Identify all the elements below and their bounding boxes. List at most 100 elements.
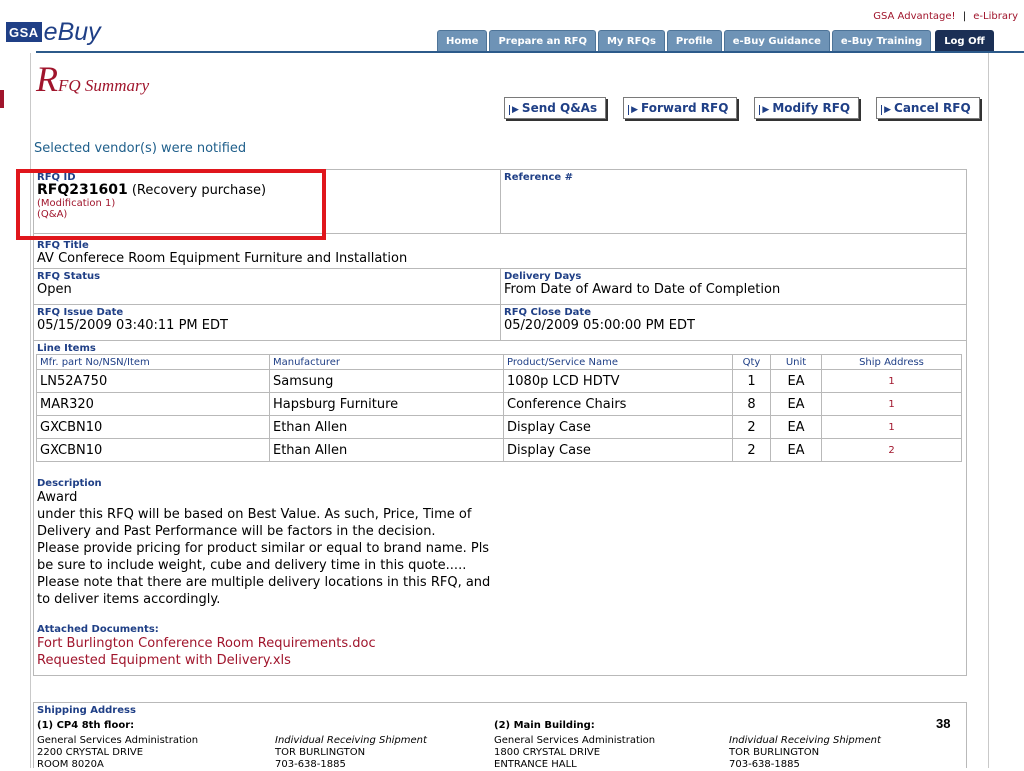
left-accent-bar <box>0 90 4 108</box>
issue-date-cell: RFQ Issue Date 05/15/2009 03:40:11 PM ED… <box>34 305 500 340</box>
line-items-header-row: Mfr. part No/NSN/Item Manufacturer Produ… <box>36 354 962 370</box>
address-2-line: 1800 CRYSTAL DRIVE <box>494 747 601 758</box>
issue-date-label: RFQ Issue Date <box>37 307 124 318</box>
delivery-value: From Date of Award to Date of Completion <box>504 282 781 297</box>
rfq-summary-table: RFQ ID RFQ231601 (Recovery purchase) (Mo… <box>33 169 967 676</box>
notification-message: Selected vendor(s) were notified <box>34 141 247 156</box>
address-1-line: 2200 CRYSTAL DRIVE <box>37 747 144 758</box>
tab-ebuy-guidance[interactable]: e-Buy Guidance <box>723 30 830 51</box>
logoff-button[interactable]: Log Off <box>935 30 994 51</box>
shipping-contact-1: Individual Receiving Shipment TOR BURLIN… <box>275 735 427 771</box>
address-2-number: (2) <box>494 720 511 731</box>
modify-rfq-button[interactable]: ▶ Modify RFQ <box>754 97 860 119</box>
top-bar: GSA eBuy GSA Advantage! | e-Library Home… <box>0 0 1024 56</box>
tab-ebuy-training[interactable]: e-Buy Training <box>831 30 932 51</box>
tab-home[interactable]: Home <box>437 30 488 51</box>
address-1-line: ROOM 8020A <box>37 759 104 770</box>
close-date-cell: RFQ Close Date 05/20/2009 05:00:00 PM ED… <box>500 305 966 340</box>
e-library-link[interactable]: e-Library <box>973 11 1018 22</box>
rfq-title-label: RFQ Title <box>37 240 89 251</box>
triangle-right-icon: ▶ <box>881 105 892 115</box>
cell-ship-address-link[interactable]: 1 <box>821 415 962 439</box>
frame-left-border <box>30 53 31 768</box>
description-section: Description Award under this RFQ will be… <box>34 466 966 675</box>
cell-product: Conference Chairs <box>503 392 733 416</box>
frame-right-border <box>988 53 989 768</box>
rfq-title-value: AV Conferece Room Equipment Furniture an… <box>37 251 408 266</box>
cell-manufacturer: Hapsburg Furniture <box>269 392 504 416</box>
issue-date-value: 05/15/2009 03:40:11 PM EDT <box>37 318 228 333</box>
tab-my-rfqs[interactable]: My RFQs <box>597 30 665 51</box>
cell-product: Display Case <box>503 415 733 439</box>
page-title: RFQ Summary <box>36 58 149 100</box>
row-dates: RFQ Issue Date 05/15/2009 03:40:11 PM ED… <box>34 304 966 340</box>
address-1-phone: 703-638-1885 <box>275 759 346 770</box>
modify-rfq-label: Modify RFQ <box>772 101 851 115</box>
table-row: GXCBN10 Ethan Allen Display Case 2 EA 1 <box>36 415 962 439</box>
forward-rfq-label: Forward RFQ <box>641 101 729 115</box>
attachment-link[interactable]: Requested Equipment with Delivery.xls <box>37 652 963 669</box>
send-qa-label: Send Q&As <box>521 101 598 115</box>
main-nav: Home Prepare an RFQ My RFQs Profile e-Bu… <box>437 30 994 51</box>
cell-unit: EA <box>770 369 822 393</box>
attachment-link[interactable]: Fort Burlington Conference Room Requirem… <box>37 635 963 652</box>
col-manufacturer: Manufacturer <box>269 354 504 370</box>
table-row: GXCBN10 Ethan Allen Display Case 2 EA 2 <box>36 438 962 462</box>
top-links: GSA Advantage! | e-Library <box>873 11 1018 22</box>
address-2-phone: 703-638-1885 <box>729 759 800 770</box>
send-qa-button[interactable]: ▶ Send Q&As <box>504 97 607 119</box>
address-2-contact: TOR BURLINGTON <box>729 747 820 758</box>
row-status: RFQ Status Open Delivery Days From Date … <box>34 268 966 304</box>
cell-ship-address-link[interactable]: 1 <box>821 392 962 416</box>
triangle-right-icon: ▶ <box>759 105 770 115</box>
address-2-name: Main Building: <box>510 720 595 731</box>
nav-divider <box>36 51 1024 53</box>
cell-qty: 2 <box>732 415 771 439</box>
action-buttons: ▶ Send Q&As ▶ Forward RFQ ▶ Modify RFQ ▶ Can… <box>504 97 997 119</box>
triangle-right-icon: ▶ <box>509 105 519 115</box>
shipping-address-2: (2) Main Building: General Services Admi… <box>494 720 655 771</box>
tab-prepare-rfq[interactable]: Prepare an RFQ <box>489 30 596 51</box>
status-value: Open <box>37 282 72 297</box>
description-text: Award under this RFQ will be based on Be… <box>37 490 491 607</box>
gsa-ebuy-logo[interactable]: GSA eBuy <box>6 20 101 45</box>
cell-qty: 2 <box>732 438 771 462</box>
cell-ship-address-link[interactable]: 2 <box>821 438 962 462</box>
col-ship-address: Ship Address <box>821 354 962 370</box>
gsa-advantage-link[interactable]: GSA Advantage! <box>873 11 955 22</box>
link-separator: | <box>962 11 967 22</box>
cell-unit: EA <box>770 392 822 416</box>
cell-part-no: GXCBN10 <box>36 438 270 462</box>
line-items-header: Line Items <box>34 341 966 354</box>
cell-unit: EA <box>770 415 822 439</box>
tab-profile[interactable]: Profile <box>666 30 722 51</box>
line-items-label: Line Items <box>37 343 96 354</box>
address-2-type: Individual Receiving Shipment <box>729 735 881 746</box>
forward-rfq-button[interactable]: ▶ Forward RFQ <box>623 97 738 119</box>
delivery-cell: Delivery Days From Date of Award to Date… <box>500 269 966 304</box>
line-items-table: Mfr. part No/NSN/Item Manufacturer Produ… <box>36 354 962 462</box>
cell-unit: EA <box>770 438 822 462</box>
address-1-heading: (1) CP4 8th floor: <box>37 720 198 732</box>
cell-ship-address-link[interactable]: 1 <box>821 369 962 393</box>
cell-product: Display Case <box>503 438 733 462</box>
cell-qty: 8 <box>732 392 771 416</box>
row-details: Line Items Mfr. part No/NSN/Item Manufac… <box>34 340 966 675</box>
cancel-rfq-button[interactable]: ▶ Cancel RFQ <box>876 97 980 119</box>
status-cell: RFQ Status Open <box>34 269 500 304</box>
close-date-value: 05/20/2009 05:00:00 PM EDT <box>504 318 695 333</box>
table-row: LN52A750 Samsung 1080p LCD HDTV 1 EA 1 <box>36 369 962 393</box>
highlight-box <box>16 169 326 240</box>
status-label: RFQ Status <box>37 271 101 282</box>
cell-manufacturer: Ethan Allen <box>269 415 504 439</box>
cell-manufacturer: Ethan Allen <box>269 438 504 462</box>
description-label: Description <box>37 478 102 489</box>
slide-number: 38 <box>936 716 951 731</box>
cell-qty: 1 <box>732 369 771 393</box>
shipping-address-label: Shipping Address <box>37 705 136 716</box>
address-2-line: General Services Administration <box>494 735 656 746</box>
shipping-address-1: (1) CP4 8th floor: General Services Admi… <box>37 720 198 771</box>
gsa-logo-box: GSA <box>6 22 42 42</box>
address-1-contact: TOR BURLINGTON <box>275 747 366 758</box>
attachments-label: Attached Documents: <box>37 624 159 635</box>
